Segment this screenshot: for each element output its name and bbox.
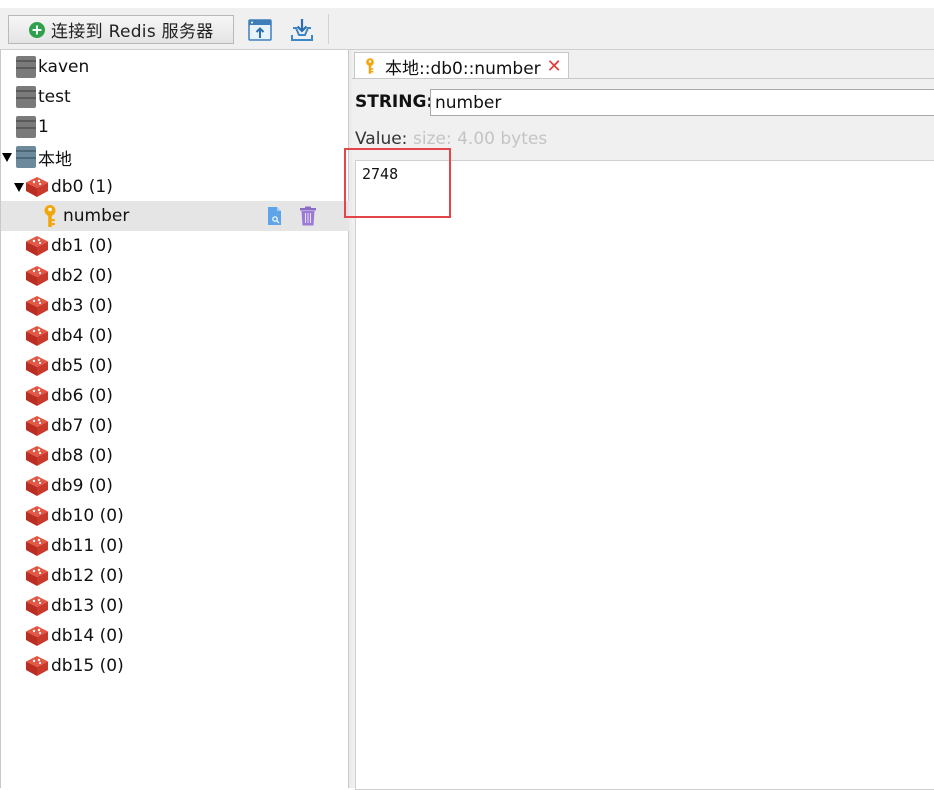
db-label: db6 (0) <box>51 386 113 406</box>
server-icon <box>16 56 36 78</box>
server-icon <box>16 116 36 138</box>
expand-arrow-icon[interactable] <box>2 152 12 162</box>
key-icon <box>366 58 374 74</box>
server-label: kaven <box>38 57 90 77</box>
expand-arrow-icon[interactable] <box>14 182 24 192</box>
db-label: db8 (0) <box>51 446 113 466</box>
tree-db-db1[interactable]: db1 (0) <box>1 231 349 261</box>
value-editor[interactable]: 2748 <box>355 160 934 790</box>
server-label: 1 <box>38 117 49 137</box>
redis-db-icon <box>26 177 48 197</box>
key-label: number <box>63 206 130 226</box>
db-label: db13 (0) <box>51 596 124 616</box>
redis-db-icon <box>26 326 48 346</box>
db-label: db10 (0) <box>51 506 124 526</box>
key-type-label: STRING: <box>355 92 434 112</box>
toolbar-separator <box>328 14 329 44</box>
key-editor-panel: 本地::db0::number ✕ STRING: Value: size: 4… <box>352 50 934 790</box>
add-circle-icon <box>29 21 45 38</box>
tree-db-db12[interactable]: db12 (0) <box>1 561 349 591</box>
tree-server-test[interactable]: test <box>1 82 349 112</box>
tab-title: 本地::db0::number <box>385 58 541 79</box>
redis-db-icon <box>26 536 48 556</box>
tree-db-db13[interactable]: db13 (0) <box>1 591 349 621</box>
close-icon[interactable]: ✕ <box>547 56 562 77</box>
tree-db-db6[interactable]: db6 (0) <box>1 381 349 411</box>
db-label: db4 (0) <box>51 326 113 346</box>
download-tray-icon[interactable] <box>289 17 315 43</box>
tree-db-db11[interactable]: db11 (0) <box>1 531 349 561</box>
tree-server-kaven[interactable]: kaven <box>1 52 349 82</box>
tree-db-db3[interactable]: db3 (0) <box>1 291 349 321</box>
redis-db-icon <box>26 476 48 496</box>
db-label: db1 (0) <box>51 236 113 256</box>
redis-db-icon <box>26 356 48 376</box>
import-window-icon[interactable] <box>247 17 273 43</box>
tree-db-db10[interactable]: db10 (0) <box>1 501 349 531</box>
db-label: db14 (0) <box>51 626 124 646</box>
redis-db-icon <box>26 506 48 526</box>
tree-server-1[interactable]: 1 <box>1 112 349 142</box>
value-label: Value: <box>355 129 408 149</box>
main-toolbar: 连接到 Redis 服务器 <box>0 8 934 50</box>
value-text[interactable]: 2748 <box>362 165 398 183</box>
window-top-strip <box>0 0 934 8</box>
db-label: db0 (1) <box>51 177 113 197</box>
tab-key-number[interactable]: 本地::db0::number ✕ <box>354 52 569 79</box>
redis-db-icon <box>26 386 48 406</box>
db-label: db9 (0) <box>51 476 113 496</box>
tree-db-db2[interactable]: db2 (0) <box>1 261 349 291</box>
tree-db-db8[interactable]: db8 (0) <box>1 441 349 471</box>
server-label: 本地 <box>38 149 72 170</box>
redis-db-icon <box>26 596 48 616</box>
connection-tree: kaven test 1 本地 db0 (1) number db1 (0) d… <box>0 50 349 788</box>
tree-db-db0[interactable]: db0 (1) <box>1 172 349 202</box>
server-icon <box>16 86 36 108</box>
key-name-input[interactable] <box>430 89 934 116</box>
redis-db-icon <box>26 656 48 676</box>
db-label: db7 (0) <box>51 416 113 436</box>
db-label: db12 (0) <box>51 566 124 586</box>
tab-bar-divider <box>352 78 934 79</box>
redis-db-icon <box>26 446 48 466</box>
db-label: db11 (0) <box>51 536 124 556</box>
redis-db-icon <box>26 566 48 586</box>
db-label: db2 (0) <box>51 266 113 286</box>
db-label: db15 (0) <box>51 656 124 676</box>
tree-key-number[interactable]: number <box>1 201 349 231</box>
tree-db-db7[interactable]: db7 (0) <box>1 411 349 441</box>
connect-button-label: 连接到 Redis 服务器 <box>51 22 214 42</box>
server-label: test <box>38 87 71 107</box>
delete-key-icon[interactable] <box>298 206 318 226</box>
redis-db-icon <box>26 296 48 316</box>
db-label: db3 (0) <box>51 296 113 316</box>
redis-db-icon <box>26 626 48 646</box>
tree-db-db14[interactable]: db14 (0) <box>1 621 349 651</box>
server-icon <box>16 146 36 168</box>
redis-db-icon <box>26 416 48 436</box>
connect-redis-button[interactable]: 连接到 Redis 服务器 <box>8 15 234 44</box>
value-size-label: size: 4.00 bytes <box>413 129 548 149</box>
db-label: db5 (0) <box>51 356 113 376</box>
tree-server-local[interactable]: 本地 <box>1 142 349 172</box>
tree-db-db15[interactable]: db15 (0) <box>1 651 349 681</box>
tree-db-db5[interactable]: db5 (0) <box>1 351 349 381</box>
copy-key-icon[interactable] <box>265 206 285 226</box>
redis-db-icon <box>26 236 48 256</box>
key-icon <box>44 205 56 227</box>
tree-db-db4[interactable]: db4 (0) <box>1 321 349 351</box>
tree-db-db9[interactable]: db9 (0) <box>1 471 349 501</box>
redis-db-icon <box>26 266 48 286</box>
